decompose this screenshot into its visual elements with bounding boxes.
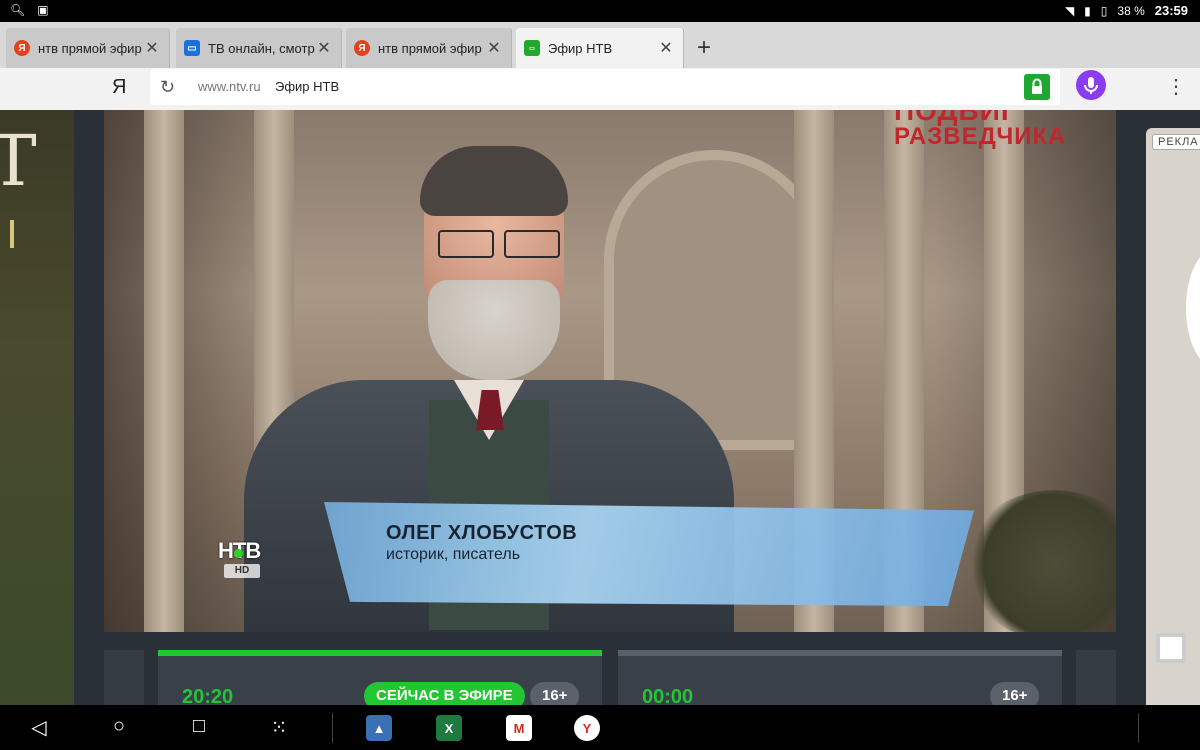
nav-divider <box>332 713 333 743</box>
yandex-icon: Я <box>14 40 30 56</box>
wifi-icon: ◥ <box>1064 3 1075 18</box>
glasses-lens <box>438 230 494 258</box>
tab-tv-online[interactable]: ▭ ТВ онлайн, смотр ✕ <box>176 28 342 68</box>
address-bar: Я ↻ www.ntv.ru Эфир НТВ <box>0 68 1200 110</box>
program-card-following[interactable] <box>1076 650 1116 705</box>
close-icon[interactable]: ✕ <box>315 38 333 58</box>
new-tab-button[interactable]: + <box>690 34 718 62</box>
ad-graphic <box>1186 248 1200 368</box>
program-card-next[interactable]: 00:00 16+ <box>618 650 1062 705</box>
apps-grid-icon[interactable]: ⁙ <box>264 715 294 740</box>
clock: 23:59 <box>1154 3 1188 18</box>
status-bar: 🔍︎ ▣ ◥ ▮ ▯ 38 % 23:59 <box>0 0 1200 22</box>
image-icon: ▣ <box>37 3 49 17</box>
speaker-glasses <box>434 230 564 260</box>
app-icon-yandex-browser[interactable]: Y <box>574 715 600 741</box>
age-rating-badge: 16+ <box>530 682 580 705</box>
program-time: 20:20 <box>182 686 234 705</box>
video-player[interactable]: ПОДВИГ РАЗВЕДЧИКА ОЛЕГ ХЛОБУСТОВ историк… <box>104 110 1116 632</box>
right-ad-banner[interactable]: РЕКЛА <box>1146 128 1200 705</box>
lock-icon[interactable] <box>1024 74 1050 100</box>
tab-ntv-live[interactable]: ▭ Эфир НТВ ✕ <box>516 28 684 68</box>
yandex-logo[interactable]: Я <box>112 76 126 99</box>
tab-label: ТВ онлайн, смотр <box>208 40 315 56</box>
show-title-line2: РАЗВЕДЧИКА <box>894 123 1067 150</box>
close-icon[interactable]: ✕ <box>143 38 161 58</box>
age-rating-badge: 16+ <box>990 682 1040 705</box>
live-badge: СЕЙЧАС В ЭФИРЕ <box>364 682 525 705</box>
video-background <box>144 110 184 632</box>
speaker-beard <box>428 280 560 380</box>
ad-label: РЕКЛА <box>1152 134 1200 150</box>
close-icon[interactable]: ✕ <box>485 38 503 58</box>
tv-icon: ▭ <box>184 40 200 56</box>
signal-icon: ▮ <box>1084 3 1091 18</box>
battery-level: 38 % <box>1117 3 1145 18</box>
banner-bar <box>10 220 14 248</box>
app-icon-drive[interactable]: ▲ <box>366 715 392 741</box>
glasses-lens <box>504 230 560 258</box>
program-time: 00:00 <box>642 686 694 705</box>
ntv-icon: ▭ <box>524 40 540 56</box>
tab-ntv-search-1[interactable]: Я нтв прямой эфир ✕ <box>6 28 170 68</box>
speaker-hair <box>420 146 568 216</box>
home-icon[interactable]: ○ <box>104 715 134 738</box>
program-card-prev[interactable] <box>104 650 144 705</box>
show-title: ПОДВИГ РАЗВЕДЧИКА <box>894 110 1066 150</box>
url-host: www.ntv.ru <box>198 79 261 94</box>
tab-label: нтв прямой эфир <box>38 40 142 56</box>
yandex-icon: Я <box>354 40 370 56</box>
web-page: T ПОДВИГ РАЗВЕДЧИКА ОЛЕГ ХЛОБУСТОВ истор… <box>0 110 1200 705</box>
ntv-logo: НТВ HD <box>218 538 266 582</box>
lower-third-name: ОЛЕГ ХЛОБУСТОВ <box>386 522 578 544</box>
page-title: Эфир НТВ <box>275 79 340 94</box>
tab-ntv-search-2[interactable]: Я нтв прямой эфир ✕ <box>346 28 512 68</box>
show-title-line1: ПОДВИГ <box>894 110 1018 126</box>
app-icon-metro[interactable]: M <box>506 715 532 741</box>
hd-badge: HD <box>224 564 260 578</box>
microphone-icon[interactable] <box>1076 70 1106 100</box>
system-nav-bar: ◁ ○ □ ⁙ ▲ X M Y <box>0 705 1200 750</box>
program-card-current[interactable]: 20:20 СЕЙЧАС В ЭФИРЕ 16+ <box>158 650 602 705</box>
tab-strip: Я нтв прямой эфир ✕ ▭ ТВ онлайн, смотр ✕… <box>0 22 1200 68</box>
reload-icon[interactable]: ↻ <box>160 77 175 98</box>
tab-label: Эфир НТВ <box>548 40 613 56</box>
app-icon-excel[interactable]: X <box>436 715 462 741</box>
back-icon[interactable]: ◁ <box>24 715 54 740</box>
banner-glyph: T <box>0 120 37 202</box>
battery-icon: ▯ <box>1100 3 1108 18</box>
recents-icon[interactable]: □ <box>184 715 214 738</box>
search-icon: 🔍︎ <box>10 3 26 17</box>
omnibox[interactable]: ↻ www.ntv.ru Эфир НТВ <box>150 69 1060 105</box>
ad-close-box[interactable] <box>1156 633 1186 663</box>
tab-label: нтв прямой эфир <box>378 40 482 56</box>
left-ad-banner[interactable]: T <box>0 110 74 705</box>
lower-third-role: историк, писатель <box>386 546 521 563</box>
ntv-logo-dot <box>234 549 243 558</box>
overflow-menu-icon[interactable]: ⋮ <box>1166 74 1186 99</box>
close-icon[interactable]: ✕ <box>657 38 675 58</box>
nav-divider <box>1138 713 1139 743</box>
